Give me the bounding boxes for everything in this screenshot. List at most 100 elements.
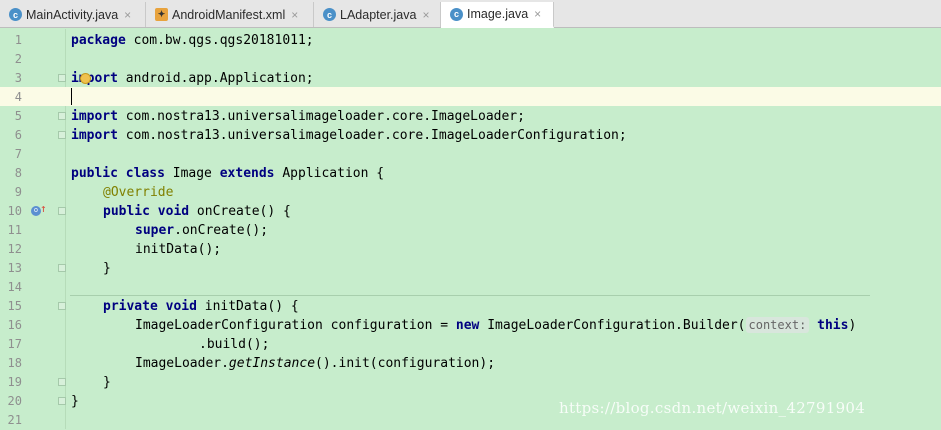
- parameter-hint: context:: [745, 317, 810, 333]
- editor-tab-bar: c MainActivity.java × ✦ AndroidManifest.…: [0, 0, 941, 28]
- lightbulb-icon[interactable]: [80, 73, 91, 84]
- tab-label: LAdapter.java: [340, 7, 417, 22]
- line-number: 14: [7, 280, 22, 294]
- keyword: extends: [219, 166, 275, 181]
- fold-marker-icon[interactable]: [58, 264, 66, 272]
- code-line-5: import com.nostra13.universalimageloader…: [71, 107, 525, 126]
- fold-marker-icon[interactable]: [58, 131, 66, 139]
- code-text: ().init(configuration);: [315, 356, 496, 371]
- tab-mainactivity[interactable]: c MainActivity.java ×: [0, 2, 146, 27]
- line-number: 12: [7, 242, 22, 256]
- line-number: 13: [7, 261, 22, 275]
- tab-label: MainActivity.java: [26, 7, 119, 22]
- code-text: ): [848, 318, 857, 333]
- keyword: new: [455, 318, 480, 333]
- code-text: initData() {: [196, 299, 299, 314]
- close-icon[interactable]: ×: [422, 8, 429, 22]
- code-line-15: private void initData() {: [103, 297, 299, 316]
- line-number: 15: [7, 299, 22, 313]
- code-text: }: [103, 261, 111, 276]
- code-text: ImageLoaderConfiguration.Builder(: [479, 318, 746, 333]
- code-line-19: }: [103, 373, 111, 392]
- code-line-6: import com.nostra13.universalimageloader…: [71, 126, 627, 145]
- keyword: import: [71, 71, 118, 86]
- method-separator: [70, 295, 870, 296]
- code-line-12: initData();: [135, 240, 221, 259]
- line-number: 2: [14, 52, 22, 66]
- current-line-highlight: [66, 87, 941, 106]
- code-text: com.nostra13.universalimageloader.core.I…: [117, 109, 525, 124]
- code-line-13: }: [103, 259, 111, 278]
- tab-androidmanifest[interactable]: ✦ AndroidManifest.xml ×: [146, 2, 314, 27]
- static-method-call: getInstance: [228, 356, 316, 371]
- line-number: 7: [14, 147, 22, 161]
- fold-marker-icon[interactable]: [58, 207, 66, 215]
- line-number: 8: [14, 166, 22, 180]
- keyword: private void: [103, 299, 197, 314]
- keyword: import: [71, 128, 118, 143]
- fold-marker-icon[interactable]: [58, 112, 66, 120]
- fold-marker-icon[interactable]: [58, 74, 66, 82]
- code-line-20: }: [71, 392, 79, 411]
- code-line-1: package com.bw.qgs.qgs20181011;: [71, 31, 314, 50]
- code-editor[interactable]: package com.bw.qgs.qgs20181011; import a…: [66, 29, 941, 429]
- fold-marker-icon[interactable]: [58, 397, 66, 405]
- keyword: public void: [103, 204, 190, 219]
- code-text: ImageLoaderConfiguration configuration =: [135, 318, 456, 333]
- annotation: @Override: [103, 185, 174, 200]
- close-icon[interactable]: ×: [124, 8, 131, 22]
- line-number: 20: [7, 394, 22, 408]
- tab-ladapter[interactable]: c LAdapter.java ×: [314, 2, 441, 27]
- close-icon[interactable]: ×: [534, 7, 541, 21]
- fold-marker-icon[interactable]: [58, 302, 66, 310]
- code-text: .build();: [199, 337, 270, 352]
- code-line-9: @Override: [103, 183, 173, 202]
- code-text: com.nostra13.universalimageloader.core.I…: [117, 128, 627, 143]
- code-text: initData();: [135, 242, 222, 257]
- line-number: 3: [14, 71, 22, 85]
- code-line-18: ImageLoader.getInstance().init(configura…: [135, 354, 495, 373]
- line-number: 5: [14, 109, 22, 123]
- code-text: onCreate() {: [189, 204, 291, 219]
- line-number: 17: [7, 337, 22, 351]
- close-icon[interactable]: ×: [291, 8, 298, 22]
- java-class-icon: c: [9, 8, 22, 21]
- code-text: com.bw.qgs.qgs20181011;: [125, 33, 314, 48]
- tab-image[interactable]: c Image.java ×: [441, 2, 554, 28]
- keyword: super: [135, 223, 175, 238]
- keyword: package: [71, 33, 126, 48]
- code-text: android.app.Application;: [117, 71, 314, 86]
- line-number: 18: [7, 356, 22, 370]
- tab-label: AndroidManifest.xml: [172, 7, 286, 22]
- line-number: 10: [7, 204, 22, 218]
- java-class-icon: c: [450, 7, 463, 21]
- java-class-icon: c: [323, 8, 336, 21]
- code-text: }: [103, 375, 111, 390]
- code-line-17: .build();: [199, 335, 269, 354]
- line-number: 6: [14, 128, 22, 142]
- line-number: 4: [14, 90, 22, 104]
- code-line-8: public class Image extends Application {: [71, 164, 384, 183]
- code-text: }: [71, 394, 79, 409]
- line-number: 11: [7, 223, 22, 237]
- xml-file-icon: ✦: [155, 8, 168, 21]
- line-number: 21: [7, 413, 22, 427]
- text-caret: [71, 88, 72, 105]
- up-arrow-icon[interactable]: ↑: [40, 203, 47, 215]
- code-text: .onCreate();: [174, 223, 269, 238]
- code-line-3: import android.app.Application;: [71, 69, 314, 88]
- line-number: 9: [14, 185, 22, 199]
- fold-marker-icon[interactable]: [58, 378, 66, 386]
- line-number: 16: [7, 318, 22, 332]
- tab-label: Image.java: [467, 7, 529, 21]
- watermark-url: https://blog.csdn.net/weixin_42791904: [559, 399, 866, 417]
- keyword: this: [817, 318, 849, 333]
- line-number-gutter[interactable]: 1 2 3 4 5 6 7 8 9 10 11 12 13 14 15 16 1…: [0, 29, 66, 429]
- keyword: import: [71, 109, 118, 124]
- line-number: 1: [14, 33, 22, 47]
- line-number: 19: [7, 375, 22, 389]
- code-text: Application {: [274, 166, 385, 181]
- code-text: ImageLoader.: [135, 356, 229, 371]
- code-line-16: ImageLoaderConfiguration configuration =…: [135, 316, 856, 335]
- code-text: Image: [164, 166, 220, 181]
